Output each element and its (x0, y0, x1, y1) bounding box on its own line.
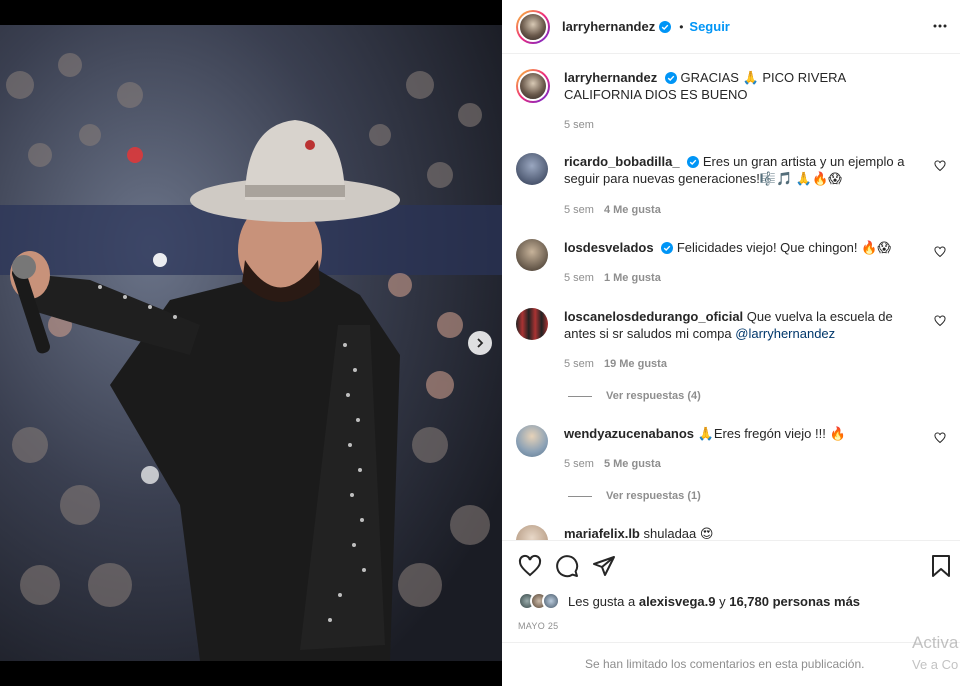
comment-likes[interactable]: 19 Me gusta (604, 358, 667, 370)
likes-middle: y (719, 593, 726, 609)
caption-username[interactable]: larryhernandez (564, 70, 657, 85)
comment-time: 5 sem (564, 458, 594, 470)
windows-activation-watermark: Activa Ve a Co (912, 632, 958, 676)
commenter-avatar[interactable] (516, 239, 548, 271)
instagram-post-viewer: larryhernandez • Seguir larryhernandez G… (0, 0, 960, 686)
comment-time: 5 sem (564, 272, 594, 284)
post-header: larryhernandez • Seguir (502, 0, 960, 54)
comment-meta: 5 sem 5 Me gusta (564, 458, 661, 470)
verified-icon (661, 242, 674, 254)
likes-count[interactable]: 16,780 personas más (729, 594, 860, 609)
comment-body: Felicidades viejo! Que chingon! 🔥😱 (676, 240, 891, 255)
comment-likes[interactable]: 4 Me gusta (604, 204, 661, 216)
next-photo-button[interactable] (468, 331, 492, 355)
post-photo[interactable] (0, 25, 502, 661)
concert-photo-illustration (0, 25, 502, 661)
comment-time: 5 sem (564, 358, 594, 370)
commenter-username[interactable]: wendyazucenabanos (564, 426, 694, 441)
comment-item: wendyazucenabanos 🙏Eres fregón viejo !!!… (516, 425, 946, 505)
comment-item: loscanelosdedurango_oficial Que vuelva l… (516, 308, 946, 408)
view-replies-button[interactable]: Ver respuestas (4) (568, 390, 701, 402)
caption-item: larryhernandez GRACIAS 🙏 PICO RIVERA CAL… (516, 69, 946, 149)
commenter-username[interactable]: loscanelosdedurango_oficial (564, 309, 743, 324)
comment-meta: 5 sem 1 Me gusta (564, 272, 661, 284)
likes-text: Les gusta a alexisvega.9 y 16,780 person… (568, 594, 860, 609)
post-date: MAYO 25 (518, 621, 559, 631)
comment-item: ricardo_bobadilla_ Eres un gran artista … (516, 153, 946, 223)
post-details-panel: larryhernandez • Seguir larryhernandez G… (502, 0, 960, 686)
share-icon[interactable] (592, 554, 616, 578)
liker-avatar (542, 592, 560, 610)
comment-text: losdesvelados Felicidades viejo! Que chi… (564, 239, 910, 256)
comment-text: loscanelosdedurango_oficial Que vuelva l… (564, 308, 910, 342)
comment-likes[interactable]: 1 Me gusta (604, 272, 661, 284)
comment-meta: 5 sem 19 Me gusta (564, 358, 667, 370)
commenter-username[interactable]: losdesvelados (564, 240, 654, 255)
comments-limited-notice: Se han limitado los comentarios en esta … (502, 642, 960, 686)
commenter-username[interactable]: mariafelix.lb (564, 526, 640, 540)
commenter-username[interactable]: ricardo_bobadilla_ (564, 154, 680, 169)
comment-body: shuladaa 😍 (643, 526, 714, 540)
author-username[interactable]: larryhernandez (562, 19, 655, 34)
verified-icon (659, 20, 672, 33)
bottom-bar-black (0, 661, 502, 686)
comments-list[interactable]: larryhernandez GRACIAS 🙏 PICO RIVERA CAL… (502, 55, 960, 540)
verified-icon (687, 156, 700, 168)
likes-user[interactable]: alexisvega.9 (639, 594, 716, 609)
verified-icon (664, 72, 677, 84)
heart-icon[interactable] (934, 246, 946, 258)
watermark-line1: Activa (912, 633, 959, 652)
follow-button[interactable]: Seguir (689, 19, 729, 34)
heart-icon[interactable] (934, 160, 946, 172)
comment-body: 🙏Eres fregón viejo !!! 🔥 (697, 426, 846, 441)
chevron-right-icon (477, 338, 484, 348)
caption-time: 5 sem (564, 119, 594, 131)
caption-text: larryhernandez GRACIAS 🙏 PICO RIVERA CAL… (564, 69, 910, 103)
post-actions-bar (502, 540, 960, 590)
commenter-avatar[interactable] (516, 308, 548, 340)
bookmark-icon[interactable] (931, 554, 951, 578)
more-icon[interactable] (932, 18, 948, 34)
comment-meta: 5 sem 4 Me gusta (564, 204, 661, 216)
comment-text: wendyazucenabanos 🙏Eres fregón viejo !!!… (564, 425, 910, 442)
comment-time: 5 sem (564, 204, 594, 216)
heart-icon[interactable] (934, 432, 946, 444)
commenter-avatar[interactable] (516, 425, 548, 457)
heart-icon[interactable] (518, 554, 542, 578)
likes-summary[interactable]: Les gusta a alexisvega.9 y 16,780 person… (518, 592, 860, 610)
watermark-line2: Ve a Co (912, 657, 959, 672)
comment-likes[interactable]: 5 Me gusta (604, 458, 661, 470)
comment-mention[interactable]: @larryhernandez (735, 326, 835, 341)
comment-item: mariafelix.lb shuladaa 😍 (516, 525, 946, 540)
likes-prefix: Les gusta a (568, 593, 636, 609)
caption-avatar[interactable] (516, 69, 550, 103)
view-replies-button[interactable]: Ver respuestas (1) (568, 490, 701, 502)
comment-text: ricardo_bobadilla_ Eres un gran artista … (564, 153, 910, 187)
commenter-avatar[interactable] (516, 153, 548, 185)
header-separator: • (679, 19, 684, 34)
commenter-avatar[interactable] (516, 525, 548, 540)
comment-item: losdesvelados Felicidades viejo! Que chi… (516, 239, 946, 289)
author-avatar[interactable] (516, 9, 550, 44)
comments-limited-text: Se han limitado los comentarios en esta … (585, 657, 865, 671)
comment-icon[interactable] (555, 554, 579, 578)
heart-icon[interactable] (934, 315, 946, 327)
comment-text: mariafelix.lb shuladaa 😍 (564, 525, 910, 540)
